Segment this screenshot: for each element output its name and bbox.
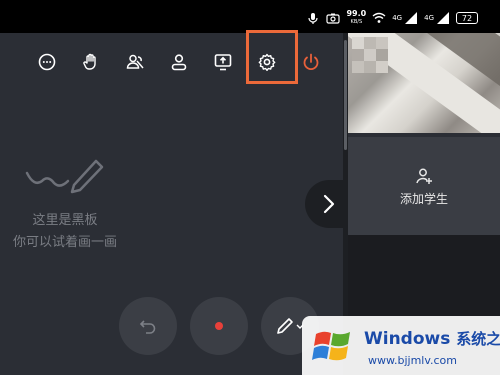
microphone-icon xyxy=(308,13,319,24)
signal-4g-label-1: 4G xyxy=(392,14,403,22)
watermark-url: www.bjjmlv.com xyxy=(368,354,457,367)
pen-doodle-icon xyxy=(25,159,104,194)
blackboard-hint-subtitle: 你可以试着画一画 xyxy=(12,235,117,250)
divider-handle[interactable] xyxy=(344,40,347,150)
camera-icon xyxy=(326,13,341,24)
settings-highlight-box xyxy=(246,30,298,84)
network-speed-unit: KB/S xyxy=(350,19,363,25)
signal-bars-icon-2 xyxy=(437,12,449,24)
screen-share-icon xyxy=(214,54,232,71)
watermark: Windows 系统之家 www.bjjmlv.com xyxy=(302,316,500,375)
battery-indicator: 72 xyxy=(456,12,478,24)
add-user-icon xyxy=(416,168,432,184)
chat-icon xyxy=(38,53,56,71)
status-bar: 99.0 KB/S 4G 4G 72 xyxy=(0,0,500,33)
profile-button[interactable] xyxy=(162,45,196,79)
power-icon xyxy=(303,53,319,71)
video-feed xyxy=(348,33,500,133)
signal-bars-icon xyxy=(405,12,418,24)
watermark-title-en: Windows xyxy=(364,329,451,349)
wifi-icon xyxy=(372,12,386,23)
power-button[interactable] xyxy=(294,45,328,79)
hand-icon xyxy=(83,53,96,70)
screen-share-button[interactable] xyxy=(206,45,240,79)
chevron-right-icon xyxy=(323,194,335,214)
signal-4g-label-2: 4G xyxy=(424,14,434,22)
undo-button[interactable] xyxy=(119,297,177,355)
user-icon xyxy=(171,54,187,71)
collapse-panel-button[interactable] xyxy=(305,180,353,228)
chat-button[interactable] xyxy=(30,45,64,79)
add-student-label: 添加学生 xyxy=(399,191,448,206)
blackboard-hint-title: 这里是黑板 xyxy=(32,213,98,228)
member-management-button[interactable] xyxy=(118,45,152,79)
raise-hand-button[interactable] xyxy=(74,45,108,79)
network-speed: 99.0 KB/S xyxy=(346,10,366,26)
add-student-button[interactable]: 添加学生 xyxy=(348,137,500,235)
network-speed-value: 99.0 xyxy=(346,9,367,18)
windows-logo-icon xyxy=(312,331,350,361)
users-muted-icon xyxy=(126,54,144,69)
watermark-title-cn: 系统之家 xyxy=(456,330,500,348)
record-button[interactable] xyxy=(190,297,248,355)
status-icons: 99.0 KB/S 4G 4G 72 xyxy=(306,10,478,26)
video-mosaic xyxy=(352,37,388,73)
watermark-title: Windows 系统之家 xyxy=(364,328,500,349)
record-dot-icon xyxy=(215,322,223,330)
undo-icon xyxy=(139,320,156,334)
